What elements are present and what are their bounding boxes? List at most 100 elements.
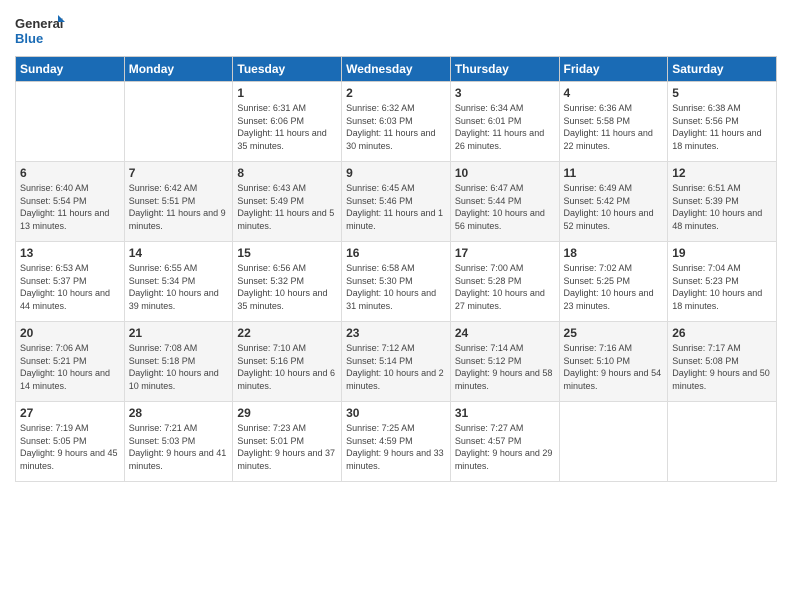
weekday-header-tuesday: Tuesday (233, 57, 342, 82)
day-detail: Sunrise: 7:19 AMSunset: 5:05 PMDaylight:… (20, 422, 120, 472)
day-number: 13 (20, 246, 120, 260)
week-row-3: 13 Sunrise: 6:53 AMSunset: 5:37 PMDayligh… (16, 242, 777, 322)
day-number: 15 (237, 246, 337, 260)
day-number: 8 (237, 166, 337, 180)
calendar-cell: 6 Sunrise: 6:40 AMSunset: 5:54 PMDaylight… (16, 162, 125, 242)
day-number: 26 (672, 326, 772, 340)
logo: General Blue (15, 10, 65, 50)
weekday-header-wednesday: Wednesday (342, 57, 451, 82)
weekday-header-thursday: Thursday (450, 57, 559, 82)
calendar-cell: 5 Sunrise: 6:38 AMSunset: 5:56 PMDaylight… (668, 82, 777, 162)
day-number: 10 (455, 166, 555, 180)
day-number: 6 (20, 166, 120, 180)
week-row-4: 20Sunrise: 7:06 AMSunset: 5:21 PMDayligh… (16, 322, 777, 402)
day-number: 22 (237, 326, 337, 340)
day-number: 4 (564, 86, 664, 100)
weekday-header-monday: Monday (124, 57, 233, 82)
day-detail: Sunrise: 6:49 AMSunset: 5:42 PMDaylight:… (564, 182, 664, 232)
day-number: 24 (455, 326, 555, 340)
week-row-2: 6 Sunrise: 6:40 AMSunset: 5:54 PMDaylight… (16, 162, 777, 242)
day-number: 30 (346, 406, 446, 420)
day-number: 25 (564, 326, 664, 340)
calendar-cell: 1Sunrise: 6:31 AMSunset: 6:06 PMDaylight… (233, 82, 342, 162)
day-detail: Sunrise: 6:31 AMSunset: 6:06 PMDaylight:… (237, 102, 337, 152)
day-detail: Sunrise: 6:53 AMSunset: 5:37 PMDaylight:… (20, 262, 120, 312)
day-number: 5 (672, 86, 772, 100)
calendar-cell: 15 Sunrise: 6:56 AMSunset: 5:32 PMDayligh… (233, 242, 342, 322)
weekday-header-friday: Friday (559, 57, 668, 82)
calendar-cell: 8 Sunrise: 6:43 AMSunset: 5:49 PMDaylight… (233, 162, 342, 242)
day-number: 18 (564, 246, 664, 260)
day-detail: Sunrise: 7:16 AMSunset: 5:10 PMDaylight:… (564, 342, 664, 392)
weekday-header-sunday: Sunday (16, 57, 125, 82)
svg-text:General: General (15, 16, 63, 31)
day-number: 20 (20, 326, 120, 340)
day-detail: Sunrise: 6:38 AMSunset: 5:56 PMDaylight:… (672, 102, 772, 152)
day-detail: Sunrise: 7:21 AMSunset: 5:03 PMDaylight:… (129, 422, 229, 472)
calendar-container: General Blue SundayMondayTuesdayWednesda… (0, 0, 792, 492)
day-detail: Sunrise: 7:08 AMSunset: 5:18 PMDaylight:… (129, 342, 229, 392)
calendar-cell: 27 Sunrise: 7:19 AMSunset: 5:05 PMDayligh… (16, 402, 125, 482)
day-number: 2 (346, 86, 446, 100)
day-number: 7 (129, 166, 229, 180)
calendar-cell (124, 82, 233, 162)
day-detail: Sunrise: 7:14 AMSunset: 5:12 PMDaylight:… (455, 342, 555, 392)
calendar-cell: 16 Sunrise: 6:58 AMSunset: 5:30 PMDayligh… (342, 242, 451, 322)
day-detail: Sunrise: 7:10 AMSunset: 5:16 PMDaylight:… (237, 342, 337, 392)
day-detail: Sunrise: 6:32 AMSunset: 6:03 PMDaylight:… (346, 102, 446, 152)
day-detail: Sunrise: 7:00 AMSunset: 5:28 PMDaylight:… (455, 262, 555, 312)
calendar-cell: 10 Sunrise: 6:47 AMSunset: 5:44 PMDayligh… (450, 162, 559, 242)
day-detail: Sunrise: 7:02 AMSunset: 5:25 PMDaylight:… (564, 262, 664, 312)
week-row-1: 1Sunrise: 6:31 AMSunset: 6:06 PMDaylight… (16, 82, 777, 162)
weekday-header-row: SundayMondayTuesdayWednesdayThursdayFrid… (16, 57, 777, 82)
day-detail: Sunrise: 6:55 AMSunset: 5:34 PMDaylight:… (129, 262, 229, 312)
calendar-cell: 22 Sunrise: 7:10 AMSunset: 5:16 PMDayligh… (233, 322, 342, 402)
svg-text:Blue: Blue (15, 31, 43, 46)
day-detail: Sunrise: 6:45 AMSunset: 5:46 PMDaylight:… (346, 182, 446, 232)
calendar-cell: 20Sunrise: 7:06 AMSunset: 5:21 PMDayligh… (16, 322, 125, 402)
day-number: 29 (237, 406, 337, 420)
day-detail: Sunrise: 6:43 AMSunset: 5:49 PMDaylight:… (237, 182, 337, 232)
calendar-cell: 3 Sunrise: 6:34 AMSunset: 6:01 PMDaylight… (450, 82, 559, 162)
day-detail: Sunrise: 6:42 AMSunset: 5:51 PMDaylight:… (129, 182, 229, 232)
calendar-cell: 14 Sunrise: 6:55 AMSunset: 5:34 PMDayligh… (124, 242, 233, 322)
day-number: 16 (346, 246, 446, 260)
calendar-cell: 25 Sunrise: 7:16 AMSunset: 5:10 PMDayligh… (559, 322, 668, 402)
day-number: 14 (129, 246, 229, 260)
calendar-cell (16, 82, 125, 162)
calendar-cell: 7 Sunrise: 6:42 AMSunset: 5:51 PMDaylight… (124, 162, 233, 242)
calendar-cell: 18 Sunrise: 7:02 AMSunset: 5:25 PMDayligh… (559, 242, 668, 322)
day-detail: Sunrise: 6:47 AMSunset: 5:44 PMDaylight:… (455, 182, 555, 232)
calendar-cell: 31Sunrise: 7:27 AMSunset: 4:57 PMDayligh… (450, 402, 559, 482)
calendar-cell: 30 Sunrise: 7:25 AMSunset: 4:59 PMDayligh… (342, 402, 451, 482)
day-number: 12 (672, 166, 772, 180)
weekday-header-saturday: Saturday (668, 57, 777, 82)
calendar-cell: 21Sunrise: 7:08 AMSunset: 5:18 PMDayligh… (124, 322, 233, 402)
calendar-cell: 17 Sunrise: 7:00 AMSunset: 5:28 PMDayligh… (450, 242, 559, 322)
day-number: 23 (346, 326, 446, 340)
day-number: 17 (455, 246, 555, 260)
calendar-cell (559, 402, 668, 482)
calendar-cell: 24 Sunrise: 7:14 AMSunset: 5:12 PMDayligh… (450, 322, 559, 402)
day-detail: Sunrise: 6:56 AMSunset: 5:32 PMDaylight:… (237, 262, 337, 312)
calendar-cell: 26Sunrise: 7:17 AMSunset: 5:08 PMDayligh… (668, 322, 777, 402)
day-number: 11 (564, 166, 664, 180)
day-detail: Sunrise: 7:23 AMSunset: 5:01 PMDaylight:… (237, 422, 337, 472)
day-detail: Sunrise: 6:40 AMSunset: 5:54 PMDaylight:… (20, 182, 120, 232)
calendar-cell: 29 Sunrise: 7:23 AMSunset: 5:01 PMDayligh… (233, 402, 342, 482)
day-number: 31 (455, 406, 555, 420)
day-detail: Sunrise: 7:12 AMSunset: 5:14 PMDaylight:… (346, 342, 446, 392)
calendar-cell (668, 402, 777, 482)
calendar-cell: 4Sunrise: 6:36 AMSunset: 5:58 PMDaylight… (559, 82, 668, 162)
day-detail: Sunrise: 7:04 AMSunset: 5:23 PMDaylight:… (672, 262, 772, 312)
day-number: 28 (129, 406, 229, 420)
day-number: 9 (346, 166, 446, 180)
week-row-5: 27 Sunrise: 7:19 AMSunset: 5:05 PMDayligh… (16, 402, 777, 482)
day-detail: Sunrise: 6:51 AMSunset: 5:39 PMDaylight:… (672, 182, 772, 232)
day-number: 27 (20, 406, 120, 420)
day-number: 3 (455, 86, 555, 100)
day-detail: Sunrise: 6:34 AMSunset: 6:01 PMDaylight:… (455, 102, 555, 152)
calendar-cell: 19Sunrise: 7:04 AMSunset: 5:23 PMDayligh… (668, 242, 777, 322)
day-detail: Sunrise: 6:58 AMSunset: 5:30 PMDaylight:… (346, 262, 446, 312)
day-detail: Sunrise: 7:25 AMSunset: 4:59 PMDaylight:… (346, 422, 446, 472)
